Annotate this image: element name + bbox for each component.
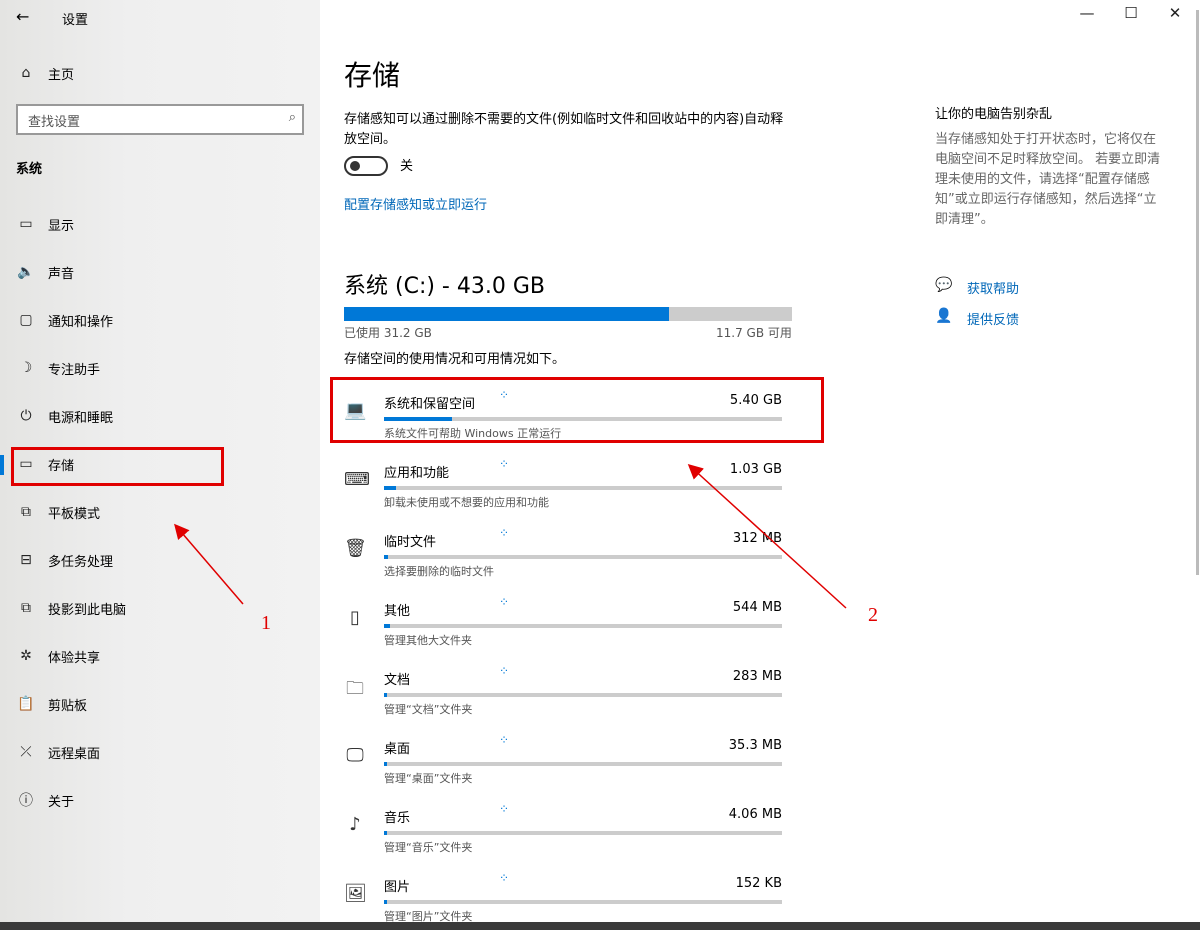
annotation-arrows xyxy=(0,0,1200,930)
arrow-1 xyxy=(176,526,243,604)
annotation-label-1: 1 xyxy=(261,612,271,635)
annotation-label-2: 2 xyxy=(868,604,878,627)
arrow-2 xyxy=(690,466,846,608)
